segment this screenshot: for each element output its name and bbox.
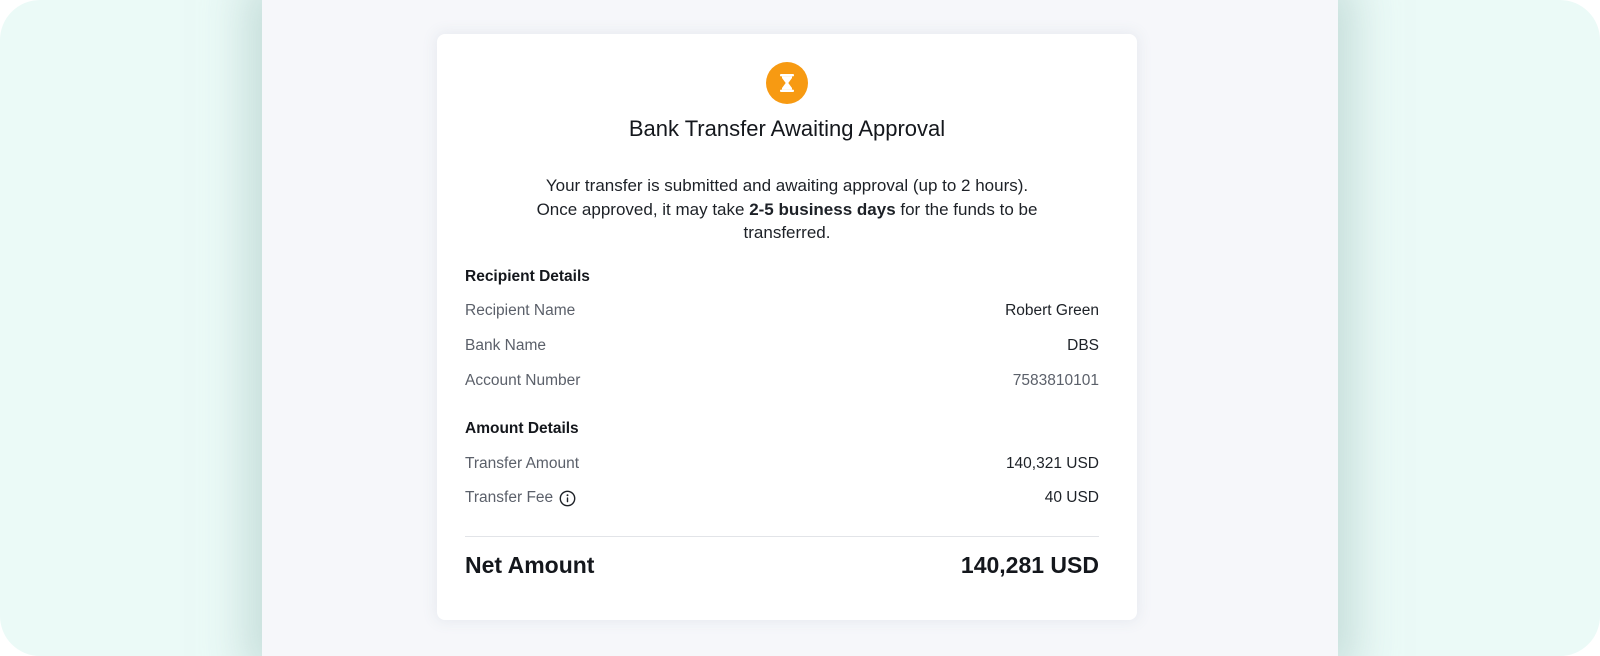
- transfer-fee-value: 40 USD: [1044, 489, 1099, 506]
- transfer-fee-row: Transfer Fee 40 USD: [465, 489, 1099, 507]
- bank-name-row: Bank Name DBS: [465, 337, 1099, 355]
- amount-section-title: Amount Details: [465, 420, 579, 437]
- net-amount-label: Net Amount: [465, 552, 595, 578]
- account-number-label: Account Number: [465, 372, 581, 389]
- bank-name-value: DBS: [1067, 337, 1099, 354]
- transfer-amount-row: Transfer Amount 140,321 USD: [465, 455, 1099, 473]
- transfer-fee-label-group: Transfer Fee: [465, 489, 576, 507]
- hourglass-icon: [766, 62, 808, 104]
- transfer-fee-label: Transfer Fee: [465, 489, 554, 506]
- dialog-title: Bank Transfer Awaiting Approval: [628, 116, 946, 141]
- account-number-value: 7583810101: [1012, 372, 1099, 389]
- transfer-amount-value: 140,321 USD: [1005, 455, 1099, 472]
- account-number-row: Account Number 7583810101: [465, 372, 1099, 390]
- page-background: Bank Transfer Awaiting Approval Your tra…: [0, 0, 1600, 656]
- description-business-days: 2-5 business days: [749, 199, 896, 219]
- description-line-1: Your transfer is submitted and awaiting …: [545, 176, 1029, 195]
- transfer-status-card: Bank Transfer Awaiting Approval Your tra…: [437, 34, 1137, 620]
- content-panel: Bank Transfer Awaiting Approval Your tra…: [262, 0, 1338, 656]
- info-icon[interactable]: [559, 490, 576, 507]
- transfer-amount-label: Transfer Amount: [465, 455, 580, 472]
- recipient-name-value: Robert Green: [1005, 302, 1099, 319]
- dialog-description: Your transfer is submitted and awaiting …: [497, 174, 1077, 245]
- net-amount-row: Net Amount 140,281 USD: [465, 552, 1099, 579]
- net-amount-value: 140,281 USD: [960, 552, 1099, 578]
- recipient-name-label: Recipient Name: [465, 302, 576, 319]
- description-line-2-prefix: Once approved, it may take: [536, 199, 750, 219]
- recipient-section-title: Recipient Details: [465, 268, 590, 285]
- bank-name-label: Bank Name: [465, 337, 546, 354]
- divider: [465, 536, 1099, 537]
- recipient-name-row: Recipient Name Robert Green: [465, 302, 1099, 320]
